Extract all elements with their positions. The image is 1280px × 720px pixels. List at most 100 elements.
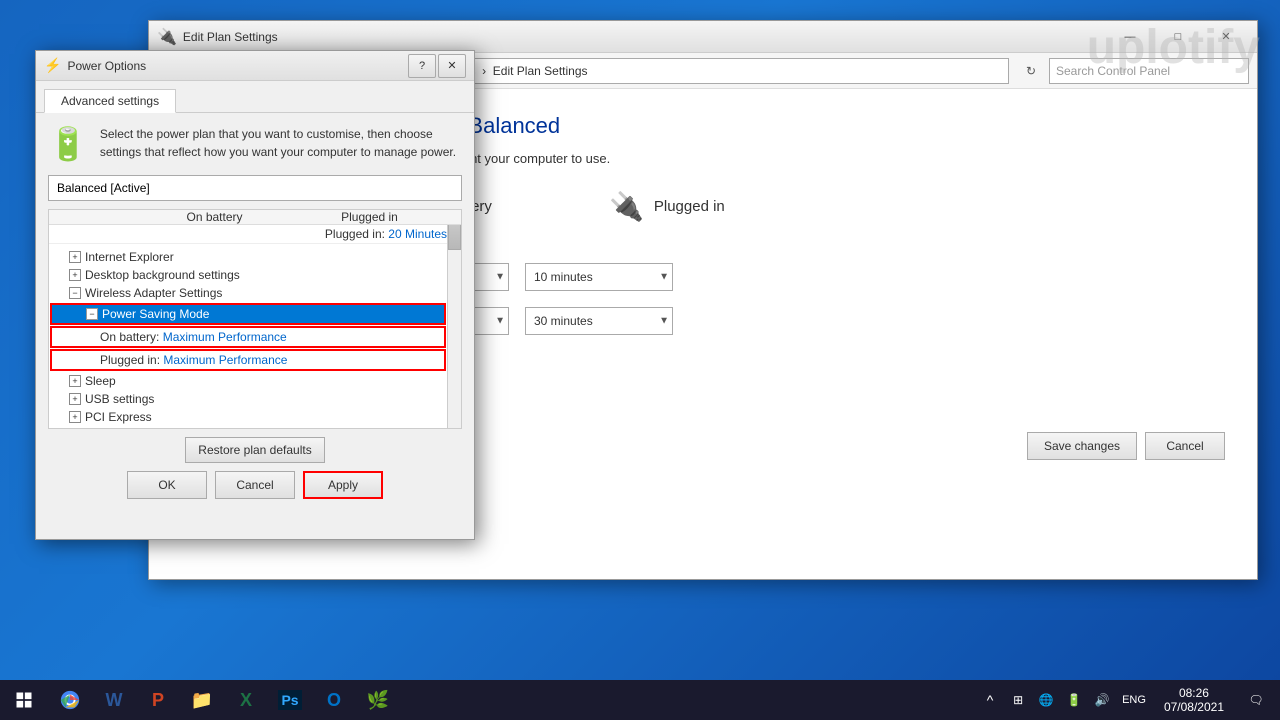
turn-off-plugged-select[interactable]: 10 minutes 5 minutes 15 minutes Never bbox=[525, 263, 673, 291]
pd-title-text: Power Options bbox=[67, 59, 408, 73]
sleep-plugged-select[interactable]: 30 minutes 15 minutes 1 hour Never bbox=[525, 307, 673, 335]
pd-title-icon: ⚡ bbox=[44, 57, 61, 74]
pd-settings-area: On battery Plugged in Plugged in: 20 Min… bbox=[48, 209, 462, 429]
show-hidden-icons-button[interactable]: ^ bbox=[978, 680, 1002, 720]
expand-icon[interactable]: + bbox=[69, 269, 81, 281]
pd-close-button[interactable]: ✕ bbox=[438, 54, 466, 78]
minimize-button[interactable]: — bbox=[1107, 23, 1153, 51]
tree-item-usb[interactable]: + USB settings bbox=[49, 390, 447, 408]
photoshop-icon: Ps bbox=[278, 690, 301, 710]
pd-help-button[interactable]: ? bbox=[408, 54, 436, 78]
pd-plan-dropdown-wrap: Balanced [Active] bbox=[48, 175, 462, 201]
collapse-icon[interactable]: − bbox=[86, 308, 98, 320]
search-placeholder: Search Control Panel bbox=[1056, 64, 1170, 78]
volume-icon[interactable]: 🔊 bbox=[1090, 680, 1114, 720]
chrome-taskbar-icon[interactable] bbox=[48, 680, 92, 720]
plugged-in-label: Plugged in bbox=[654, 198, 725, 215]
wireless-label: Wireless Adapter Settings bbox=[85, 286, 222, 300]
pd-advanced-tab[interactable]: Advanced settings bbox=[44, 89, 176, 113]
network-icon[interactable]: 🌐 bbox=[1034, 680, 1058, 720]
app8-taskbar-icon[interactable]: 🌿 bbox=[356, 680, 400, 720]
save-changes-button[interactable]: Save changes bbox=[1027, 432, 1137, 460]
close-button[interactable]: ✕ bbox=[1203, 23, 1249, 51]
pd-scrollbar[interactable] bbox=[447, 210, 461, 428]
maximize-button[interactable]: □ bbox=[1155, 23, 1201, 51]
col-headers-sticky: On battery Plugged in bbox=[49, 210, 461, 225]
explorer-taskbar-icon[interactable]: 📁 bbox=[180, 680, 224, 720]
tree-item-processor[interactable]: + Processor power management bbox=[49, 426, 447, 429]
expand-icon[interactable]: + bbox=[69, 393, 81, 405]
pd-header-icon: 🔋 bbox=[48, 125, 88, 163]
language-indicator[interactable]: ENG bbox=[1122, 694, 1146, 706]
pd-apply-button[interactable]: Apply bbox=[303, 471, 383, 499]
pd-tree: + Internet Explorer + Desktop background… bbox=[49, 244, 447, 429]
start-button[interactable] bbox=[0, 680, 48, 720]
power-saving-mode-label: Power Saving Mode bbox=[102, 307, 209, 321]
pd-titlebar: ⚡ Power Options ? ✕ bbox=[36, 51, 474, 81]
tree-item-pci[interactable]: + PCI Express bbox=[49, 408, 447, 426]
on-battery-col-header: On battery bbox=[137, 210, 292, 224]
plugged-in-value-link[interactable]: Maximum Performance bbox=[163, 353, 287, 367]
desktop: uplotify 🔌 Edit Plan Settings — □ ✕ ← → … bbox=[0, 0, 1280, 680]
search-box[interactable]: Search Control Panel bbox=[1049, 58, 1249, 84]
pd-ok-button[interactable]: OK bbox=[127, 471, 207, 499]
tree-item-power-saving-mode[interactable]: − Power Saving Mode bbox=[50, 303, 446, 325]
sub-item-plugged-in: Plugged in: Maximum Performance bbox=[50, 349, 446, 371]
plugged-in-sub-label: Plugged in: bbox=[100, 353, 163, 367]
chrome-icon bbox=[59, 689, 81, 711]
powerpoint-taskbar-icon[interactable]: P bbox=[136, 680, 180, 720]
clock-time: 08:26 bbox=[1179, 686, 1209, 700]
pd-plan-dropdown[interactable]: Balanced [Active] bbox=[48, 175, 462, 201]
tree-item-internet-explorer[interactable]: + Internet Explorer bbox=[49, 248, 447, 266]
plugged-in-col-header: Plugged in bbox=[292, 210, 447, 224]
word-taskbar-icon[interactable]: W bbox=[92, 680, 136, 720]
spacer2 bbox=[573, 190, 593, 239]
cp-title-text: Edit Plan Settings bbox=[183, 30, 1107, 44]
restore-plan-defaults-button[interactable]: Restore plan defaults bbox=[185, 437, 324, 463]
folder-icon: 📁 bbox=[191, 690, 213, 711]
expand-icon[interactable]: − bbox=[69, 287, 81, 299]
power-options-dialog: ⚡ Power Options ? ✕ Advanced settings 🔋 … bbox=[35, 50, 475, 540]
plugged-in-summary-value[interactable]: 20 Minutes bbox=[388, 227, 447, 241]
pd-body: 🔋 Select the power plan that you want to… bbox=[36, 113, 474, 511]
refresh-button[interactable]: ↻ bbox=[1017, 57, 1045, 85]
pd-tabs: Advanced settings bbox=[36, 81, 474, 113]
taskbar: W P 📁 X Ps O 🌿 ^ ⊞ 🌐 🔋 bbox=[0, 680, 1280, 720]
col-headers-row: On battery Plugged in bbox=[49, 210, 461, 224]
outlook-icon: O bbox=[327, 690, 341, 711]
usb-label: USB settings bbox=[85, 392, 154, 406]
turn-off-plugged-wrap: 10 minutes 5 minutes 15 minutes Never ▼ bbox=[525, 263, 689, 291]
on-battery-sub-label: On battery: bbox=[100, 330, 163, 344]
pd-footer: Restore plan defaults bbox=[48, 437, 462, 463]
notification-button[interactable]: 🗨 bbox=[1236, 680, 1276, 720]
expand-icon[interactable]: + bbox=[69, 375, 81, 387]
cp-title-icon: 🔌 bbox=[157, 27, 177, 47]
pd-cancel-button[interactable]: Cancel bbox=[215, 471, 295, 499]
taskbar-icons: W P 📁 X Ps O 🌿 bbox=[48, 680, 400, 720]
photoshop-taskbar-icon[interactable]: Ps bbox=[268, 680, 312, 720]
pd-header-text: Select the power plan that you want to c… bbox=[100, 125, 462, 161]
powerpoint-icon: P bbox=[152, 690, 164, 711]
plugged-icon: 🔌 bbox=[609, 190, 644, 223]
outlook-taskbar-icon[interactable]: O bbox=[312, 680, 356, 720]
clock-area[interactable]: 08:26 07/08/2021 bbox=[1152, 680, 1236, 720]
plugged-in-summary-row: Plugged in: 20 Minutes bbox=[49, 225, 461, 244]
tree-item-desktop-bg[interactable]: + Desktop background settings bbox=[49, 266, 447, 284]
word-icon: W bbox=[106, 690, 123, 711]
sleep-plugged-wrap: 30 minutes 15 minutes 1 hour Never ▼ bbox=[525, 307, 689, 335]
cp-title-controls: — □ ✕ bbox=[1107, 23, 1249, 51]
system-tray: ^ ⊞ 🌐 🔋 🔊 bbox=[970, 680, 1122, 720]
battery-tray-icon[interactable]: 🔋 bbox=[1062, 680, 1086, 720]
taskview-icon[interactable]: ⊞ bbox=[1006, 680, 1030, 720]
on-battery-value-link[interactable]: Maximum Performance bbox=[163, 330, 287, 344]
tree-item-wireless[interactable]: − Wireless Adapter Settings bbox=[49, 284, 447, 302]
expand-icon[interactable]: + bbox=[69, 411, 81, 423]
excel-taskbar-icon[interactable]: X bbox=[224, 680, 268, 720]
plugged-in-summary-label: Plugged in: bbox=[325, 227, 388, 241]
expand-icon[interactable]: + bbox=[69, 251, 81, 263]
internet-explorer-label: Internet Explorer bbox=[85, 250, 174, 264]
processor-label: Processor power management bbox=[85, 428, 248, 429]
app8-icon: 🌿 bbox=[367, 690, 389, 711]
cancel-button[interactable]: Cancel bbox=[1145, 432, 1225, 460]
tree-item-sleep[interactable]: + Sleep bbox=[49, 372, 447, 390]
